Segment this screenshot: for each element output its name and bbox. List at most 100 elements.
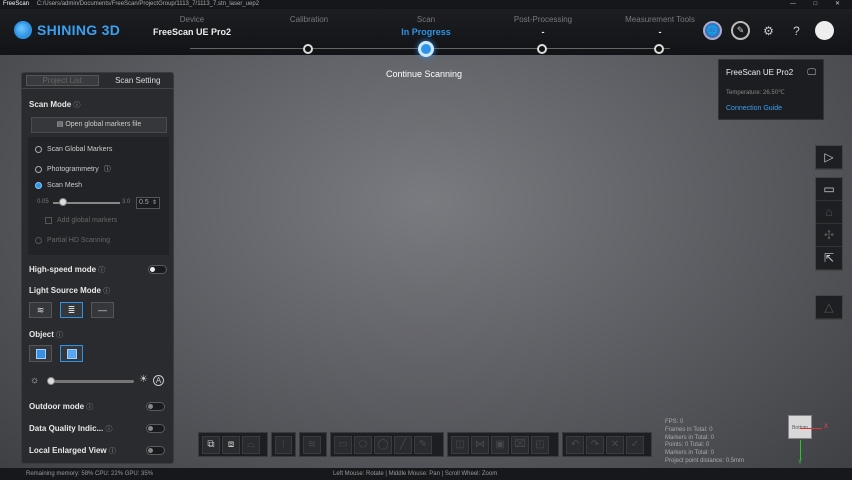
local-enlarged-toggle[interactable] (146, 446, 165, 455)
warning-icon[interactable]: △ (816, 296, 842, 319)
user-icon[interactable] (815, 21, 834, 40)
clear-icon[interactable]: ▣ (491, 435, 509, 454)
stat-line: Points: 0 Total: 0 (665, 442, 710, 449)
delete-icon[interactable]: ⌧ (511, 435, 529, 454)
building-icon[interactable]: ⌂ (816, 201, 842, 224)
auto-brightness-icon[interactable]: A (153, 375, 164, 386)
step-node-scan[interactable] (418, 41, 434, 57)
x-axis-label: X (824, 424, 829, 430)
layers-icon[interactable]: ≋ (303, 435, 321, 454)
mode-scan-mesh[interactable]: Scan Mesh (35, 182, 82, 189)
confirm-icon[interactable]: ✓ (626, 435, 644, 454)
data-quality-label: Data Quality Indic... ⓘ (29, 424, 113, 433)
info-icon[interactable]: ⓘ (86, 404, 93, 411)
continue-scanning-label[interactable]: Continue Scanning (372, 69, 476, 79)
logo-icon (14, 21, 32, 39)
brightness-slider[interactable] (48, 380, 134, 383)
step-node-calibration[interactable] (303, 44, 313, 54)
data-quality-toggle[interactable] (146, 424, 165, 433)
brush-icon[interactable]: ✎ (414, 435, 432, 454)
device-temperature: Temperature: 26.50℃ (726, 90, 785, 96)
globe-icon[interactable]: 🌐 (703, 21, 722, 40)
spin-arrows-icon[interactable]: ⇕ (152, 198, 157, 208)
connection-guide-link[interactable]: Connection Guide (726, 105, 782, 112)
info-icon[interactable]: ⓘ (103, 288, 110, 295)
brightness-slider-knob[interactable] (47, 377, 55, 385)
partial-hd-scanning[interactable]: Partial HD Scanning (35, 237, 110, 244)
app-name: FreeScan (3, 1, 30, 7)
panel-icon[interactable]: ▭ (816, 178, 842, 201)
redo-icon[interactable]: ↷ (586, 435, 604, 454)
object-solid-button[interactable] (29, 345, 52, 362)
info-icon[interactable]: ⓘ (98, 267, 105, 274)
open-markers-button[interactable]: ▤ Open global markers file (31, 117, 167, 133)
clip-icon[interactable]: ⌓ (242, 435, 260, 454)
y-axis-label: Y (798, 460, 803, 466)
stat-line: Markers in Total: 0 (665, 434, 714, 441)
resolution-min: 0.05 (37, 199, 49, 205)
step-measurement-tools[interactable]: Measurement Tools - (605, 15, 715, 37)
step-calibration[interactable]: Calibration (254, 15, 364, 27)
line-select-icon[interactable]: ╱ (394, 435, 412, 454)
resolution-value-input[interactable]: 0.5 ⇕ (136, 197, 160, 209)
monitor-icon[interactable]: 🖵 (807, 67, 816, 78)
play-icon[interactable]: ▷ (816, 146, 842, 169)
local-enlarged-label: Local Enlarged View ⓘ (29, 446, 116, 455)
select-front-icon[interactable]: ⧉ (202, 435, 220, 454)
step-node-measurement[interactable] (654, 44, 664, 54)
project-path: C:/Users/admin/Documents/FreeScan/Projec… (36, 1, 260, 7)
undo-icon[interactable]: ↶ (566, 435, 584, 454)
grid-icon[interactable]: ⁞ (275, 435, 292, 454)
tab-project-list[interactable]: Project List (26, 75, 99, 86)
light-parallel-lines-button[interactable]: ≣ (60, 302, 83, 318)
lasso-icon[interactable]: ◯ (374, 435, 392, 454)
select-back-icon[interactable]: ⧈ (222, 435, 240, 454)
step-device[interactable]: Device FreeScan UE Pro2 (137, 15, 247, 37)
rect-select-icon[interactable]: ▭ (334, 435, 352, 454)
poly-select-icon[interactable]: ⬠ (354, 435, 372, 454)
outdoor-mode-label: Outdoor mode ⓘ (29, 402, 94, 411)
info-icon[interactable]: ⓘ (104, 164, 111, 174)
info-icon[interactable]: ⓘ (56, 332, 63, 339)
puzzle-icon[interactable]: ✣ (816, 224, 842, 247)
step-post-processing[interactable]: Post-Processing - (488, 15, 598, 37)
brightness-high-icon: ☀ (139, 374, 148, 385)
status-bar: Remaining memory: 58% CPU: 22% GPU: 35% … (0, 468, 852, 480)
step-scan[interactable]: Scan In Progress (371, 15, 481, 37)
mouse-hint: Left Mouse: Rotate | Middle Mouse: Pan |… (333, 471, 498, 477)
mode-photogrammetry[interactable]: Photogrammetry ⓘ (35, 164, 111, 174)
invert-icon[interactable]: ◫ (451, 435, 469, 454)
tab-scan-setting[interactable]: Scan Setting (103, 73, 174, 88)
connected-icon[interactable]: ⋈ (471, 435, 489, 454)
high-speed-toggle[interactable] (148, 265, 167, 274)
cancel-icon[interactable]: ✕ (606, 435, 624, 454)
step-node-post-processing[interactable] (537, 44, 547, 54)
export-icon[interactable]: ⇱ (816, 247, 842, 270)
brand-name: SHINING 3D (37, 22, 121, 38)
stat-line: FPS: 0 (665, 419, 684, 425)
gear-icon[interactable]: ⚙ (759, 21, 778, 40)
compass-icon[interactable]: ✎ (731, 21, 750, 40)
object-detail-button[interactable] (60, 345, 83, 362)
info-icon[interactable]: ⓘ (105, 426, 112, 433)
scan-settings-panel: Project List Scan Setting Scan Mode ⓘ ▤ … (21, 72, 174, 464)
help-icon[interactable]: ? (787, 21, 806, 40)
stat-line: Project point distance: 0.5mm (665, 457, 745, 464)
light-single-line-button[interactable]: — (91, 302, 114, 318)
mode-scan-global-markers[interactable]: Scan Global Markers (35, 146, 112, 153)
resolution-slider-knob[interactable] (59, 198, 68, 206)
info-icon[interactable]: ⓘ (73, 102, 80, 109)
view-cube[interactable]: Bottom X Y (781, 411, 836, 471)
light-cross-lines-button[interactable]: ≋ (29, 302, 52, 318)
device-name: FreeScan UE Pro2 (726, 68, 794, 77)
selection-tools: ▭ ⬠ ◯ ╱ ✎ (330, 432, 444, 457)
info-icon[interactable]: ⓘ (109, 448, 116, 455)
resolution-max: 3.0 (122, 199, 131, 205)
panel-tabs: Project List Scan Setting (22, 73, 173, 89)
window-controls[interactable]: — □ ✕ (790, 0, 848, 9)
add-global-markers-checkbox[interactable]: Add global markers (45, 217, 117, 224)
mesh-icon[interactable]: ◰ (531, 435, 549, 454)
view-cube-face[interactable]: Bottom (788, 415, 812, 439)
outdoor-mode-toggle[interactable] (146, 402, 165, 411)
x-axis-line (800, 428, 822, 429)
